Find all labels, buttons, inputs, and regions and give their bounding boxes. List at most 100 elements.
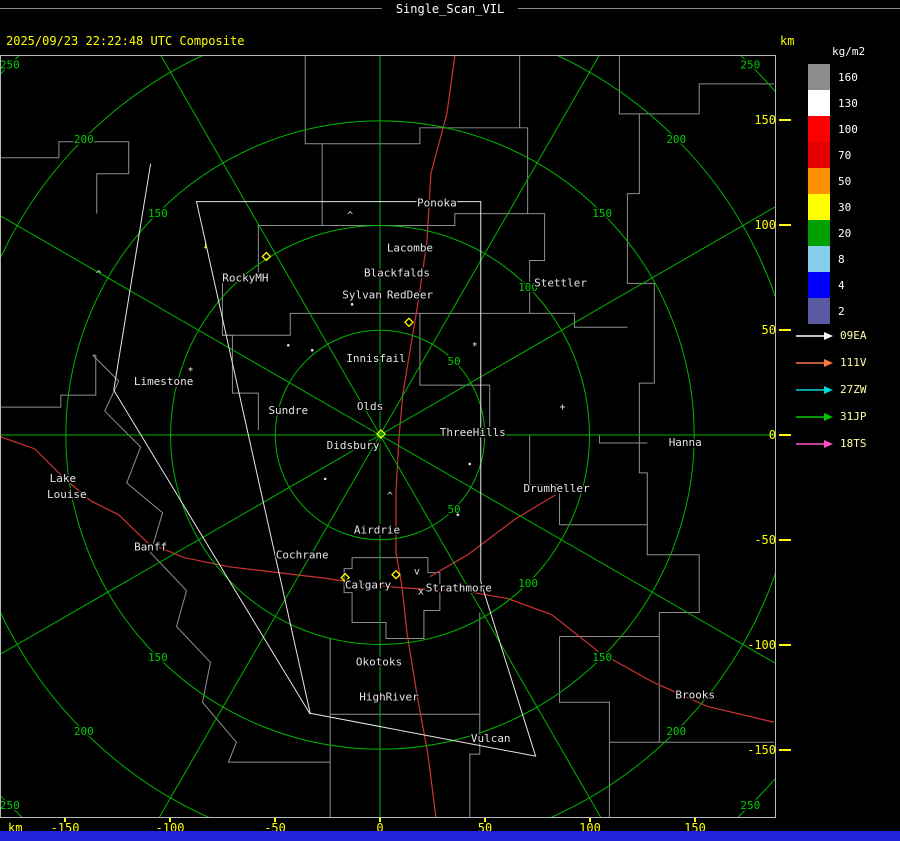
site-arrow-icon [796,358,833,367]
city-label: ThreeHills [440,426,506,439]
ring-label: 250 [740,59,760,72]
map-glyph-icon: v [414,567,420,578]
right-axis-tick-label: -150 [747,743,776,757]
city-label: Brooks [675,688,715,701]
ring-label: 250 [1,799,20,812]
scan-area-outline [113,163,311,715]
colorbar-unit: kg/m2 [832,45,866,58]
colorbar-value: 30 [838,200,852,214]
right-axis-tick [779,224,791,226]
county-boundary [529,434,648,444]
radar-site: 111V [796,349,867,376]
colorbar-swatch [808,246,830,272]
colorbar-entry: 50 [808,168,858,194]
radar-site-id: 27ZW [840,383,867,396]
colorbar-entry: 160 [808,64,858,90]
county-boundary [419,313,531,485]
city-label: Didsbury [327,439,380,452]
ring-label: 250 [1,59,20,72]
county-boundary [92,354,249,763]
colorbar-swatch [808,194,830,220]
colorbar-value: 70 [838,148,852,162]
colorbar-value: 50 [838,174,852,188]
scan-timestamp: 2025/09/23 22:22:48 UTC Composite [6,34,245,48]
colorbar-swatch [808,220,830,246]
ring-label: 200 [666,725,686,738]
city-label: Airdrie [354,524,400,537]
colorbar-swatch [808,90,830,116]
site-arrow-icon [796,439,833,448]
county-boundary [646,524,700,637]
radar-site-id: 31JP [840,410,867,423]
radar-site: 09EA [796,322,867,349]
map-glyph-icon: * [472,341,478,352]
city-label: Stettler [534,276,587,289]
city-label: Okotoks [356,655,402,668]
map-dot-icon [350,303,354,306]
ring-label: 100 [518,577,538,590]
city-label: Blackfalds [364,266,430,279]
colorbar-entry: 130 [808,90,858,116]
colorbar-entry: 70 [808,142,858,168]
radar-site-legend: 09EA 111V 27ZW 31JP 18TS [796,322,867,457]
site-arrow-icon [796,412,833,421]
city-label: Hanna [669,436,702,449]
colorbar-entry: 20 [808,220,858,246]
right-axis-tick-label: 100 [754,218,776,232]
radar-site-id: 111V [840,356,867,369]
site-arrow-icon [796,385,833,394]
right-axis-tick [779,749,791,751]
radar-site-id: 18TS [840,437,867,450]
map-dot-icon [323,477,327,481]
right-axis-tick-label: 0 [768,428,776,442]
right-axis-tick-label: 50 [761,323,776,337]
colorbar-swatch [808,272,830,298]
footer-bar [0,831,900,841]
county-boundary [221,56,323,431]
colorbar-entry: 4 [808,272,858,298]
colorbar-value: 160 [838,70,858,84]
colorbar-entry: 30 [808,194,858,220]
ring-label: 150 [592,207,612,220]
colorbar-entry: 2 [808,298,858,324]
city-label: Louise [47,488,87,501]
title-bar: Single_Scan_VIL [0,0,900,18]
colorbar-value: 2 [838,304,845,318]
map-glyph-icon: + [560,402,566,413]
ring-label: 200 [666,133,686,146]
colorbar-swatch [808,64,830,90]
map-glyph-icon: ^ [96,269,102,280]
radar-site: 27ZW [796,376,867,403]
right-axis-tick [779,644,791,646]
city-marker-diamond-icon [404,317,414,328]
city-label: Sundre [268,404,308,417]
city-label: Limestone [134,375,193,388]
city-label: Ponoka [417,197,457,210]
map-glyph-icon: x [418,587,424,598]
map-glyph-icon: ^ [347,211,353,222]
ring-label: 150 [148,207,168,220]
county-boundary [343,557,441,639]
colorbar-value: 4 [838,278,845,292]
colorbar-value: 130 [838,96,858,110]
county-boundary [1,354,97,408]
colorbar-value: 8 [838,252,845,266]
city-label: Strathmore [426,582,492,595]
ring-label: 150 [592,651,612,664]
map-dot-icon [456,513,460,517]
radar-canvas[interactable]: 5050100100150150200200250250505010010015… [1,56,775,817]
city-label: Drumheller [524,482,590,495]
colorbar-value: 20 [838,226,852,240]
right-axis-tick [779,434,791,436]
window-title: Single_Scan_VIL [381,1,519,17]
right-axis-tick-label: -50 [754,533,776,547]
city-label: RedDeer [387,288,434,301]
county-boundary [322,127,520,145]
radar-map[interactable]: 50 50 100 100 150 150 200 200 250 250 50 50 100 100 15… [0,55,776,818]
city-label: Olds [357,400,383,413]
map-glyph-icon: ^ [387,491,393,502]
colorbar-swatch [808,298,830,324]
colorbar: 160 130 100 70 50 30 20 8 4 2 [808,64,858,324]
city-label: Cochrane [276,549,329,562]
city-label: Lake [50,472,76,485]
